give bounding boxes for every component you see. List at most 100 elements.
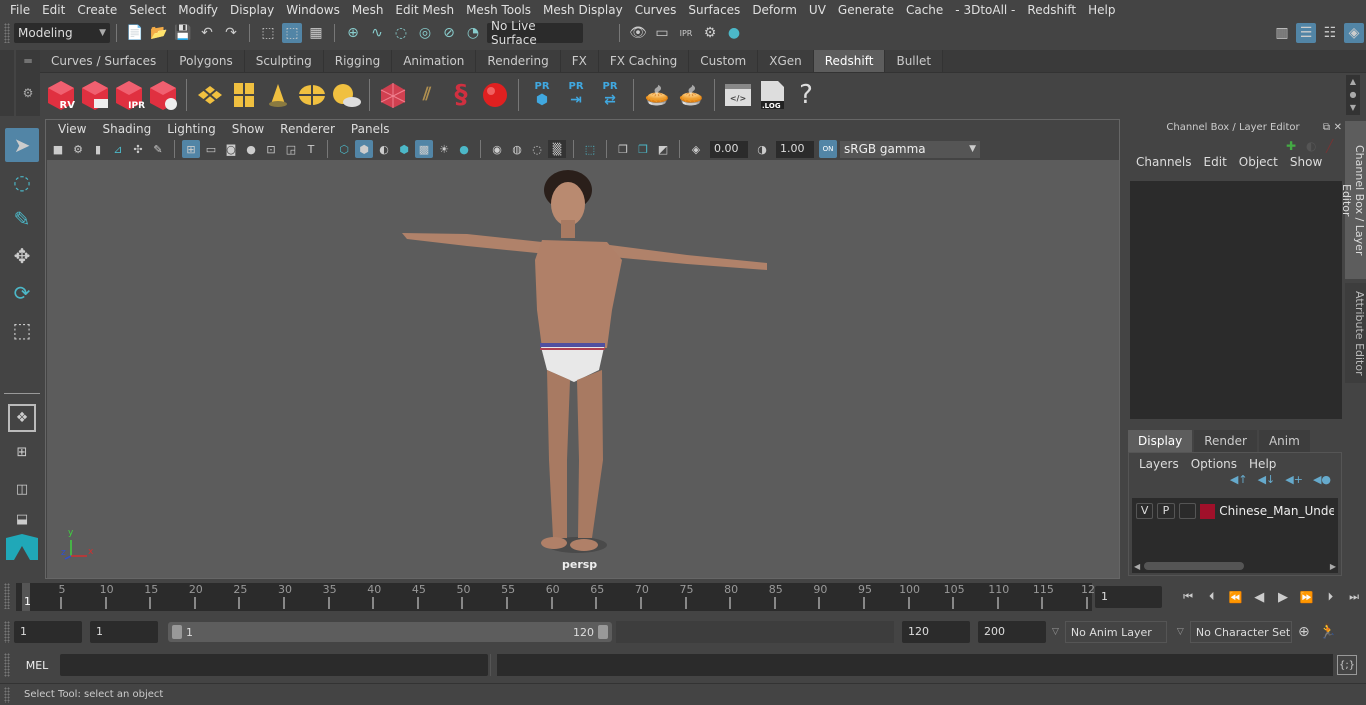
command-language-label[interactable]: MEL [14, 659, 60, 672]
exposure-field[interactable]: 0.00 [710, 140, 748, 158]
modeling-toolkit-icon[interactable]: ▥ [1272, 23, 1292, 43]
render-settings-icon[interactable]: ⚙ [700, 23, 720, 43]
shadows-icon[interactable]: ● [455, 140, 473, 158]
shelf-tab-curves-surfaces[interactable]: Curves / Surfaces [40, 50, 169, 72]
layer-menu-help[interactable]: Help [1243, 457, 1282, 471]
scroll-left-icon[interactable]: ◀ [1134, 562, 1140, 571]
shelf-tab-rigging[interactable]: Rigging [323, 50, 393, 72]
live-surface-field[interactable]: No Live Surface [487, 19, 583, 47]
layer-list-hscroll[interactable]: ◀ ▶ [1134, 561, 1336, 571]
use-all-lights-icon[interactable]: ☀ [435, 140, 453, 158]
scroll-thumb[interactable]: ● [1350, 90, 1357, 99]
resolution-gate-icon[interactable]: ◙ [222, 140, 240, 158]
channel-box-area[interactable] [1130, 181, 1342, 419]
pr-proxy-swap-icon[interactable]: PR ⇄ [594, 77, 626, 113]
viewport-menu-show[interactable]: Show [224, 122, 272, 136]
redo-icon[interactable]: ↷ [221, 23, 241, 43]
go-to-end-icon[interactable]: ⏭ [1344, 587, 1364, 607]
tab-attribute-editor[interactable]: Attribute Editor [1345, 283, 1366, 383]
viewport-menu-renderer[interactable]: Renderer [272, 122, 343, 136]
go-to-start-icon[interactable]: ⏮ [1178, 587, 1198, 607]
gamma-icon[interactable]: ◑ [753, 140, 771, 158]
move-layer-up-icon[interactable]: ◀↑ [1230, 473, 1248, 486]
range-slider[interactable]: 1 120 [168, 622, 612, 642]
depth-of-field-icon[interactable]: ◩ [654, 140, 672, 158]
shelf-tab-redshift[interactable]: Redshift [813, 50, 886, 72]
lasso-tool-icon[interactable]: ◌ [5, 165, 39, 199]
layer-menu-options[interactable]: Options [1185, 457, 1243, 471]
new-layer-icon[interactable]: ◀+ [1285, 473, 1303, 486]
menu-display[interactable]: Display [224, 3, 280, 17]
select-component-icon[interactable]: ▦ [306, 23, 326, 43]
grid-icon[interactable]: ⊞ [182, 140, 200, 158]
shelf-grip[interactable] [0, 50, 14, 116]
animation-end-field[interactable]: 200 [978, 621, 1046, 643]
gamma-field[interactable]: 1.00 [776, 140, 814, 158]
menu-mesh-display[interactable]: Mesh Display [537, 3, 629, 17]
menu-uv[interactable]: UV [803, 3, 832, 17]
shelf-settings-icon[interactable]: ⚙ [16, 86, 40, 100]
menu-modify[interactable]: Modify [172, 3, 224, 17]
channel-box-menu-channels[interactable]: Channels [1130, 155, 1198, 169]
snap-live-icon[interactable]: ◔ [463, 23, 483, 43]
menu-create[interactable]: Create [71, 3, 123, 17]
play-forwards-icon[interactable]: ▶ [1273, 587, 1293, 607]
xray-joints-icon[interactable]: ◍ [508, 140, 526, 158]
snap-curve-icon[interactable]: ∿ [367, 23, 387, 43]
visibility-toggle[interactable]: V [1136, 503, 1154, 519]
grip-handle[interactable] [4, 686, 10, 703]
ipr-render-icon[interactable]: IPR [676, 23, 696, 43]
tab-channel-box-layer-editor[interactable]: Channel Box / Layer Editor [1340, 121, 1366, 279]
rs-ies-light-icon[interactable] [262, 77, 294, 113]
character-set-dropdown-arrow[interactable]: ▽ [1177, 627, 1184, 637]
safe-title-icon[interactable]: T [302, 140, 320, 158]
ambient-occlusion-icon[interactable]: ▒ [548, 140, 566, 158]
channel-box-menu-object[interactable]: Object [1233, 155, 1284, 169]
manipulator-icon[interactable]: ✚ [1286, 139, 1296, 153]
speed-icon[interactable]: ◐ [1306, 139, 1316, 153]
snap-surface-icon[interactable]: ⊘ [439, 23, 459, 43]
menu-mesh-tools[interactable]: Mesh Tools [460, 3, 537, 17]
anim-layer-dropdown[interactable]: No Anim Layer [1064, 621, 1167, 643]
render-view-icon[interactable]: 👁 [628, 23, 648, 43]
hypershade-icon[interactable]: ● [724, 23, 744, 43]
xray-components-icon[interactable]: ◌ [528, 140, 546, 158]
redshift-render-view-icon[interactable]: RV [45, 77, 77, 113]
save-scene-icon[interactable]: 💾 [173, 23, 193, 43]
menu-select[interactable]: Select [123, 3, 172, 17]
shelf-menu-icon[interactable]: ═ [16, 54, 40, 68]
current-frame-field[interactable]: 1 [1095, 586, 1163, 608]
rs-sphere-icon[interactable] [479, 77, 511, 113]
menu-help[interactable]: Help [1082, 3, 1121, 17]
menu-generate[interactable]: Generate [832, 3, 900, 17]
attribute-editor-toggle-icon[interactable]: ☰ [1296, 23, 1316, 43]
play-backwards-icon[interactable]: ◀ [1249, 587, 1269, 607]
scroll-thumb[interactable] [1144, 562, 1245, 570]
scroll-up-icon[interactable]: ▲ [1350, 77, 1356, 86]
viewport-menu-view[interactable]: View [50, 122, 94, 136]
menu-set-dropdown[interactable]: Modeling ▼ [14, 23, 110, 43]
motion-blur-icon[interactable]: ❐ [634, 140, 652, 158]
time-slider[interactable]: 1 5 10 15 20 25 30 35 40 45 50 55 60 65 70 75 80 85 90 95 1… [16, 583, 1095, 611]
single-perspective-layout-icon[interactable]: ❖ [8, 404, 36, 432]
rs-hair-icon[interactable]: ⫽ [411, 77, 443, 113]
auto-key-icon[interactable]: ⊕ [1294, 622, 1314, 642]
bookmark-icon[interactable]: ▮ [89, 140, 107, 158]
select-object-icon[interactable]: ⬚ [282, 23, 302, 43]
field-chart-icon[interactable]: ⊡ [262, 140, 280, 158]
graph-layout-icon[interactable]: ⬓ [5, 509, 39, 529]
pr-proxy-import-icon[interactable]: PR ⇥ [560, 77, 592, 113]
channel-box-menu-edit[interactable]: Edit [1198, 155, 1233, 169]
shelf-tab-fx[interactable]: FX [560, 50, 599, 72]
exposure-icon[interactable]: ◈ [687, 140, 705, 158]
color-management-toggle-icon[interactable]: ON [819, 140, 837, 158]
snap-point-icon[interactable]: ◌ [391, 23, 411, 43]
snap-view-plane-icon[interactable]: ◎ [415, 23, 435, 43]
shelf-tab-polygons[interactable]: Polygons [168, 50, 245, 72]
pr-proxy-export-icon[interactable]: PR ⬢ [526, 77, 558, 113]
layer-tab-anim[interactable]: Anim [1258, 430, 1310, 452]
viewport-menu-lighting[interactable]: Lighting [159, 122, 224, 136]
range-start-handle[interactable] [172, 625, 182, 639]
outliner-layout-icon[interactable]: ◫ [5, 472, 39, 506]
menu-surfaces[interactable]: Surfaces [682, 3, 746, 17]
